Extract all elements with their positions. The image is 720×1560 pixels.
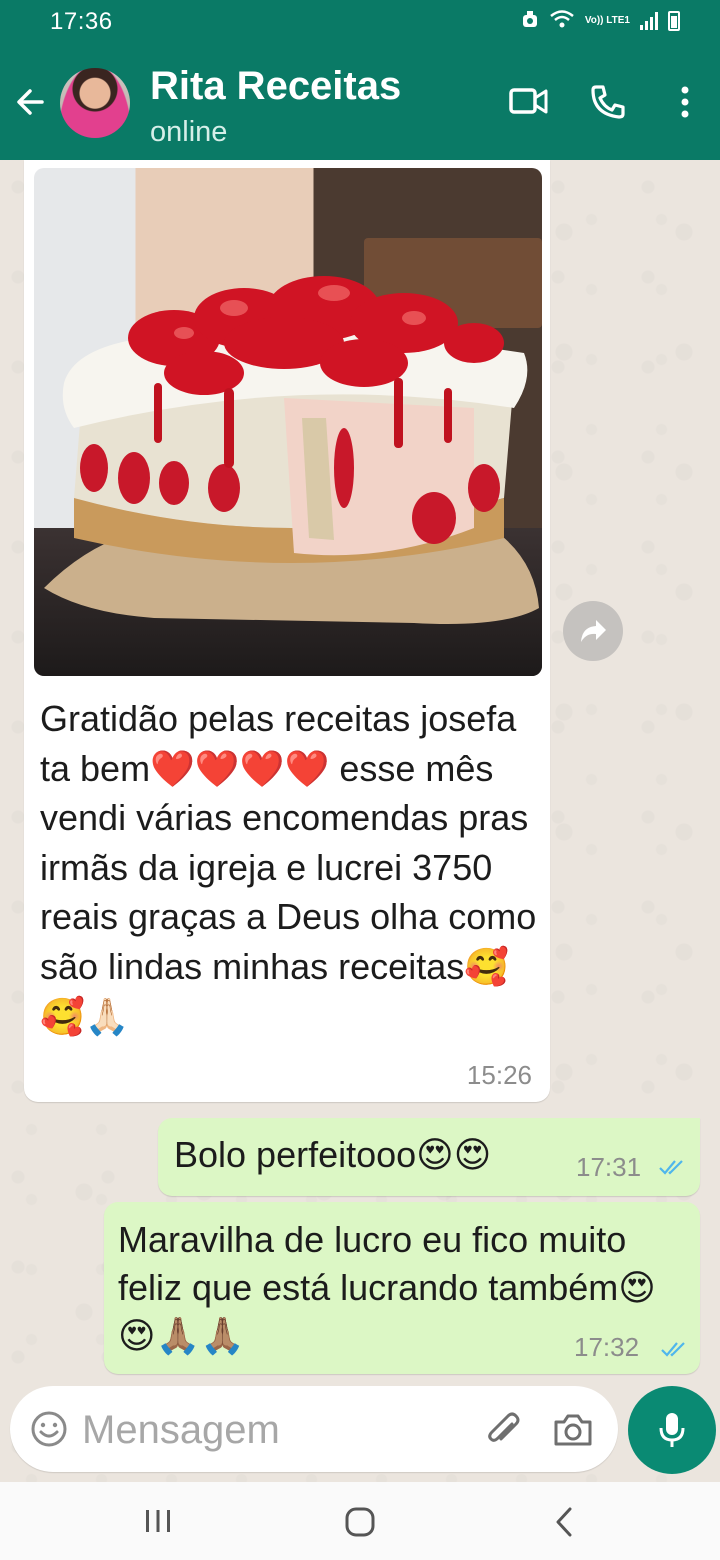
signal-icon bbox=[640, 12, 658, 30]
incoming-message-text: Gratidão pelas receitas josefa ta bem❤️❤… bbox=[40, 698, 547, 1037]
contact-name[interactable]: Rita Receitas bbox=[150, 64, 401, 109]
incoming-message[interactable]: Gratidão pelas receitas josefa ta bem❤️❤… bbox=[24, 160, 550, 1102]
forward-arrow-icon bbox=[581, 620, 606, 642]
outgoing-message-time: 17:31 bbox=[576, 1152, 642, 1182]
wifi-icon bbox=[549, 9, 575, 33]
contact-avatar[interactable] bbox=[60, 68, 130, 138]
voice-call-icon[interactable] bbox=[588, 82, 628, 122]
chat-header: Rita Receitas online bbox=[0, 44, 720, 160]
camera-icon[interactable] bbox=[552, 1410, 594, 1450]
recent-apps-icon[interactable] bbox=[140, 1508, 176, 1534]
contact-status: online bbox=[150, 116, 228, 148]
network-type-label: Vo)) LTE1 bbox=[584, 15, 630, 26]
outgoing-message[interactable]: Bolo perfeitooo😍😍 17:31 bbox=[158, 1118, 700, 1196]
message-composer bbox=[10, 1386, 618, 1472]
double-check-icon bbox=[661, 1342, 685, 1357]
strawberry-cake-illustration bbox=[44, 276, 539, 624]
battery-icon bbox=[668, 11, 680, 31]
video-call-icon[interactable] bbox=[508, 84, 550, 120]
forward-button[interactable] bbox=[563, 601, 623, 661]
back-arrow-icon[interactable] bbox=[10, 82, 50, 122]
message-input[interactable] bbox=[80, 1404, 464, 1456]
system-navigation-bar bbox=[0, 1482, 720, 1560]
nav-back-icon[interactable] bbox=[552, 1506, 576, 1538]
status-bar: 17:36 Vo)) LTE1 bbox=[0, 0, 720, 44]
double-check-icon bbox=[659, 1160, 683, 1175]
incoming-message-time: 15:26 bbox=[466, 1060, 532, 1090]
outgoing-message[interactable]: Maravilha de lucro eu fico muito feliz q… bbox=[104, 1202, 700, 1374]
chat-screen: 17:36 Vo)) LTE1 Rita Receitas online Gra… bbox=[0, 0, 720, 1560]
microphone-icon bbox=[659, 1413, 685, 1447]
status-time: 17:36 bbox=[50, 8, 113, 35]
alarm-icon bbox=[521, 9, 539, 33]
status-icons: Vo)) LTE1 bbox=[521, 8, 680, 34]
home-icon[interactable] bbox=[344, 1506, 376, 1538]
microphone-button[interactable] bbox=[628, 1386, 716, 1474]
outgoing-message-time: 17:32 bbox=[574, 1332, 640, 1362]
emoji-icon[interactable] bbox=[30, 1410, 68, 1448]
cake-photo[interactable] bbox=[34, 168, 542, 676]
paperclip-icon[interactable] bbox=[484, 1410, 524, 1450]
outgoing-message-text: Bolo perfeitooo😍😍 bbox=[174, 1134, 492, 1175]
more-options-icon[interactable] bbox=[670, 82, 700, 122]
